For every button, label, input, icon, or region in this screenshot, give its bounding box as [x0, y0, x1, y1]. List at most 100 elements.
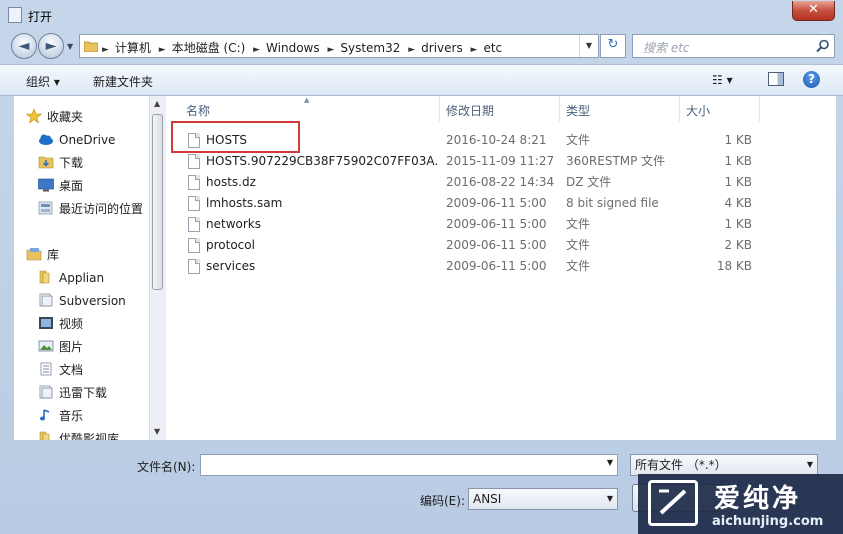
watermark-text-cn: 爱纯净 — [714, 484, 802, 514]
sidebar-item-videos[interactable]: 视频 — [38, 314, 83, 334]
file-name: networks — [206, 217, 261, 231]
file-row[interactable]: lmhosts.sam 2009-06-11 5:00 8 bit signed… — [166, 193, 836, 214]
window-title: 打开 — [28, 10, 53, 24]
open-file-dialog: 打开 ✕ ◄ ► ▼ ► 计算机 ► 本地磁盘 (C:) ► Windows ► Sys… — [0, 0, 843, 534]
back-button[interactable]: ◄ — [11, 33, 37, 59]
close-button[interactable]: ✕ — [792, 1, 835, 21]
address-dropdown-icon[interactable]: ▼ — [579, 35, 598, 57]
search-placeholder: 搜索 etc — [643, 41, 690, 55]
encoding-label: 编码(E): — [420, 494, 465, 508]
star-icon — [26, 109, 42, 123]
column-header-date[interactable]: 修改日期 — [446, 102, 494, 119]
search-box[interactable]: 搜索 etc — [632, 34, 835, 58]
filetype-select[interactable]: 所有文件 （*.*） ▼ — [630, 454, 818, 476]
document-library-icon — [39, 385, 53, 399]
breadcrumb-item[interactable]: Windows — [266, 41, 320, 55]
file-type: 360RESTMP 文件 — [566, 154, 666, 168]
file-type: 文件 — [566, 133, 591, 147]
sidebar-item-applian[interactable]: Applian — [38, 268, 104, 288]
forward-button[interactable]: ► — [38, 33, 64, 59]
new-folder-button[interactable]: 新建文件夹 — [93, 73, 153, 90]
sidebar-item-documents[interactable]: 文档 — [38, 360, 83, 380]
file-row[interactable]: networks 2009-06-11 5:00 文件 1 KB — [166, 214, 836, 235]
breadcrumb: ► 计算机 ► 本地磁盘 (C:) ► Windows ► System32 ► driv… — [102, 39, 506, 56]
file-row[interactable]: services 2009-06-11 5:00 文件 18 KB — [166, 256, 836, 277]
breadcrumb-separator-icon[interactable]: ► — [159, 45, 166, 55]
column-header-row: ▲ 名称 修改日期 类型 大小 — [166, 96, 836, 122]
file-type: DZ 文件 — [566, 175, 612, 189]
sidebar-item-favorites[interactable]: 收藏夹 — [26, 107, 83, 127]
file-date: 2009-06-11 5:00 — [446, 259, 547, 273]
breadcrumb-item[interactable]: System32 — [340, 41, 400, 55]
sidebar-item-subversion[interactable]: Subversion — [38, 291, 126, 311]
refresh-button[interactable]: ↻ — [600, 34, 626, 58]
breadcrumb-separator-icon[interactable]: ► — [327, 45, 334, 55]
column-divider[interactable] — [759, 96, 760, 122]
breadcrumb-item[interactable]: 计算机 — [115, 41, 151, 55]
breadcrumb-separator-icon[interactable]: ► — [408, 45, 415, 55]
scrollbar-thumb[interactable] — [152, 114, 163, 290]
column-header-type[interactable]: 类型 — [566, 102, 590, 119]
filetype-value: 所有文件 （*.*） — [635, 458, 727, 472]
filename-label: 文件名(N): — [137, 460, 196, 474]
file-row[interactable]: hosts.dz 2016-08-22 14:34 DZ 文件 1 KB — [166, 172, 836, 193]
breadcrumb-item[interactable]: etc — [483, 41, 502, 55]
column-divider[interactable] — [439, 96, 440, 122]
breadcrumb-item[interactable]: 本地磁盘 (C:) — [172, 41, 246, 55]
scroll-up-icon[interactable]: ▲ — [154, 99, 160, 108]
sidebar-item-desktop[interactable]: 桌面 — [38, 176, 83, 196]
document-library-icon — [39, 293, 53, 307]
file-type: 文件 — [566, 259, 591, 273]
help-icon[interactable]: ? — [803, 71, 820, 88]
breadcrumb-item[interactable]: drivers — [421, 41, 463, 55]
file-date: 2016-08-22 14:34 — [446, 175, 555, 189]
encoding-dropdown-icon[interactable]: ▼ — [607, 489, 613, 509]
address-bar[interactable]: ► 计算机 ► 本地磁盘 (C:) ► Windows ► System32 ► driv… — [79, 34, 599, 58]
search-icon[interactable] — [816, 39, 830, 53]
breadcrumb-separator-icon[interactable]: ► — [471, 45, 478, 55]
sidebar-item-onedrive[interactable]: OneDrive — [38, 130, 115, 150]
music-icon — [40, 409, 50, 421]
file-size: 1 KB — [724, 217, 752, 231]
file-icon — [188, 238, 200, 253]
filename-dropdown-icon[interactable]: ▼ — [607, 458, 613, 467]
file-name: hosts.dz — [206, 175, 256, 189]
file-row[interactable]: HOSTS.907229CB38F75902C07FF03A... 2015-1… — [166, 151, 836, 172]
sidebar-item-music[interactable]: 音乐 — [38, 406, 83, 426]
sidebar-item-youku-library[interactable]: 优酷影视库 — [38, 429, 119, 440]
watermark-text-en: aichunjing.com — [712, 514, 824, 529]
sidebar-item-recent-places[interactable]: 最近访问的位置 — [38, 199, 143, 219]
file-type: 文件 — [566, 217, 591, 231]
column-divider[interactable] — [679, 96, 680, 122]
history-dropdown-icon[interactable]: ▼ — [67, 42, 77, 52]
sidebar-item-pictures[interactable]: 图片 — [38, 337, 83, 357]
watermark: 爱纯净 aichunjing.com — [638, 474, 843, 534]
sidebar-item-libraries[interactable]: 库 — [26, 245, 59, 265]
file-list: ▲ 名称 修改日期 类型 大小 HOSTS 2016-10-24 8:21 文件… — [166, 96, 836, 440]
file-size: 18 KB — [716, 259, 752, 273]
download-folder-icon — [38, 156, 54, 169]
column-header-name[interactable]: 名称 — [186, 102, 210, 119]
file-size: 1 KB — [724, 154, 752, 168]
filetype-dropdown-icon[interactable]: ▼ — [807, 455, 813, 475]
sidebar-item-downloads[interactable]: 下载 — [38, 153, 83, 173]
column-divider[interactable] — [559, 96, 560, 122]
preview-pane-icon[interactable] — [768, 72, 784, 86]
file-date: 2016-10-24 8:21 — [446, 133, 547, 147]
scroll-down-icon[interactable]: ▼ — [154, 427, 160, 436]
folder-icon — [39, 270, 50, 284]
command-bar: 组织 ▾ 新建文件夹 ☷ ▾ ? — [0, 64, 843, 96]
organize-menu[interactable]: 组织 ▾ — [26, 73, 60, 90]
sidebar-scrollbar[interactable]: ▲ ▼ — [149, 96, 166, 440]
sidebar-item-thunder-downloads[interactable]: 迅雷下载 — [38, 383, 107, 403]
file-row[interactable]: protocol 2009-06-11 5:00 文件 2 KB — [166, 235, 836, 256]
file-icon — [188, 259, 200, 274]
encoding-value: ANSI — [473, 492, 502, 506]
column-header-size[interactable]: 大小 — [686, 102, 710, 119]
view-options-icon[interactable]: ☷ ▾ — [712, 73, 733, 87]
title-bar: 打开 ✕ — [0, 0, 843, 30]
encoding-select[interactable]: ANSI ▼ — [468, 488, 618, 510]
hosts-highlight-box — [171, 121, 300, 153]
filename-input[interactable]: ▼ — [200, 454, 618, 476]
breadcrumb-separator-icon[interactable]: ► — [253, 45, 260, 55]
